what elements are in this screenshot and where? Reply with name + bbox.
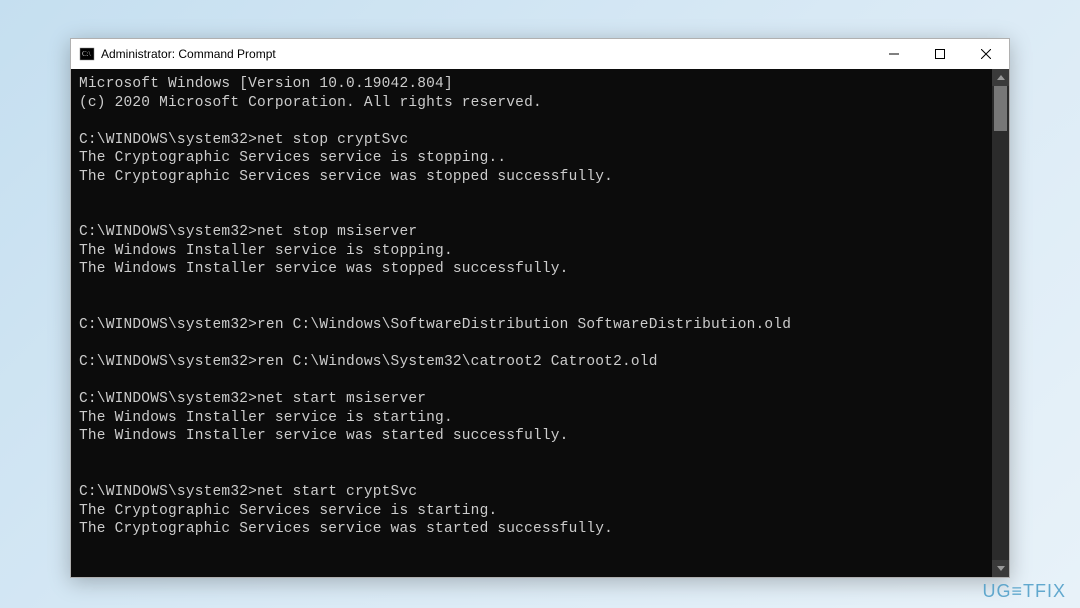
titlebar[interactable]: C:\ Administrator: Command Prompt: [71, 39, 1009, 69]
scroll-up-button[interactable]: [992, 69, 1009, 86]
close-button[interactable]: [963, 39, 1009, 69]
scroll-thumb[interactable]: [994, 86, 1007, 131]
maximize-button[interactable]: [917, 39, 963, 69]
console-output[interactable]: Microsoft Windows [Version 10.0.19042.80…: [71, 69, 992, 577]
command-prompt-window: C:\ Administrator: Command Prompt Micros…: [70, 38, 1010, 578]
watermark-logo: UG≡TFIX: [983, 581, 1067, 602]
svg-text:C:\: C:\: [82, 50, 91, 58]
window-title: Administrator: Command Prompt: [101, 47, 276, 61]
scroll-down-button[interactable]: [992, 560, 1009, 577]
minimize-button[interactable]: [871, 39, 917, 69]
console-area: Microsoft Windows [Version 10.0.19042.80…: [71, 69, 1009, 577]
window-controls: [871, 39, 1009, 69]
vertical-scrollbar[interactable]: [992, 69, 1009, 577]
cmd-icon: C:\: [79, 46, 95, 62]
